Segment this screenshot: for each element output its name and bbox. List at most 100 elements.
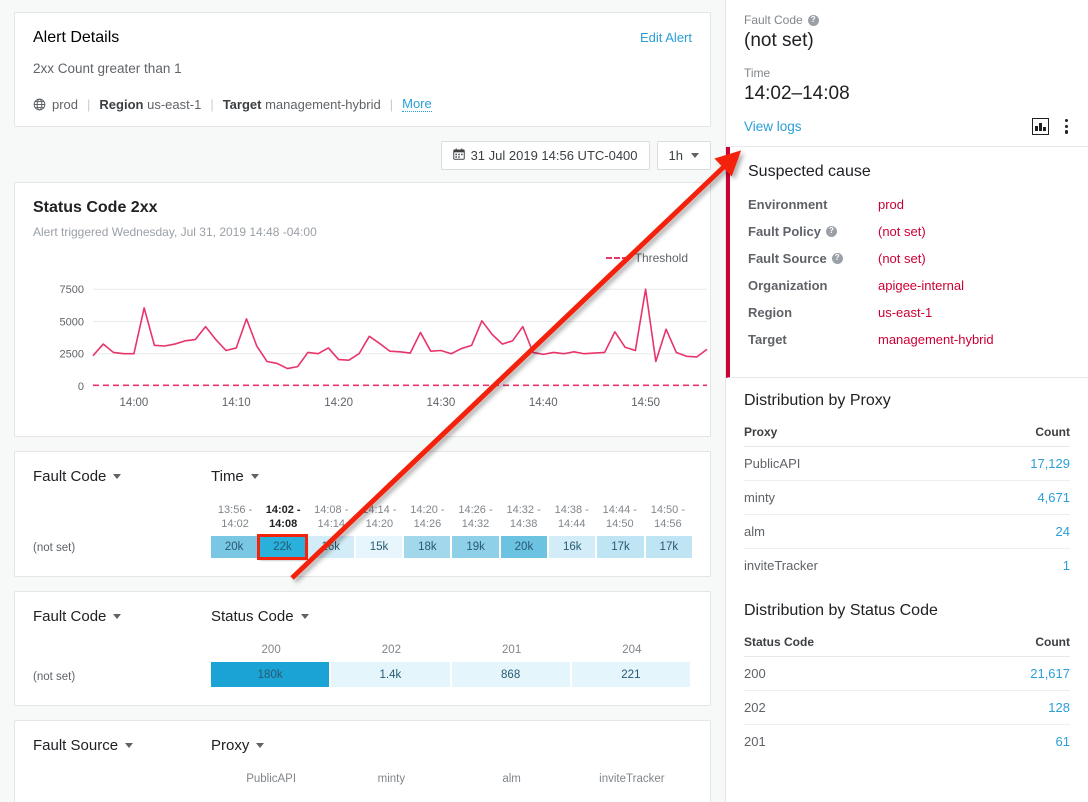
heatmap-cell[interactable]: 868 [452,662,570,687]
svg-text:14:50: 14:50 [631,397,660,409]
more-link[interactable]: More [402,96,432,112]
chevron-down-icon [113,474,121,479]
date-picker-button[interactable]: 31 Jul 2019 14:56 UTC-0400 [441,141,650,170]
heatmap-cell[interactable]: 15k [356,536,402,558]
row-name: inviteTracker [744,548,956,582]
svg-text:0: 0 [78,381,84,393]
help-icon[interactable]: ? [826,226,837,237]
heatmap-cell[interactable]: 19k [452,536,498,558]
time-range-select[interactable]: 1h [657,141,711,170]
suspected-cause-rows: EnvironmentprodFault Policy?(not set)Fau… [748,197,1070,347]
row-count[interactable]: 21,617 [952,656,1070,690]
col-dimension-select[interactable]: Status Code [211,608,309,625]
row-count[interactable]: 128 [952,690,1070,724]
row-count[interactable]: 1 [956,548,1070,582]
bar-chart-icon[interactable] [1032,118,1049,135]
heatmap-cell[interactable]: 22k [259,536,305,558]
heatmap-cell[interactable]: 20k [211,536,257,558]
row-dimension-select[interactable]: Fault Code [33,608,211,625]
dist-proxy-title: Distribution by Proxy [744,392,1070,410]
row-count[interactable]: 61 [952,724,1070,758]
heatmap-cells: 180k1.4k868221 [211,662,692,687]
heatmap-body: PublicAPImintyalminviteTracker [33,772,692,786]
edit-alert-link[interactable]: Edit Alert [640,30,692,45]
distribution-by-proxy-card: Distribution by Proxy Proxy Count Public… [726,378,1088,588]
heatmap-column-headers: 200202201204 [211,643,692,657]
heatmap-row-label [33,772,211,786]
env-value: prod [52,97,78,112]
heatmap-cell[interactable]: 17k [597,536,643,558]
svg-text:7500: 7500 [60,284,84,296]
alert-details-card: Alert Details Edit Alert 2xx Count great… [14,12,711,127]
chart-subtitle: Alert triggered Wednesday, Jul 31, 2019 … [33,225,692,239]
col-dimension-select[interactable]: Time [211,468,259,485]
kebab-menu-icon[interactable] [1063,117,1070,136]
suspected-cause-value: us-east-1 [878,305,932,320]
row-dimension-select[interactable]: Fault Code [33,468,211,485]
table-header-row: Status Code Count [744,628,1070,657]
region-value: us-east-1 [147,97,201,112]
heatmap-cell[interactable]: 1.4k [331,662,449,687]
globe-icon [33,98,46,111]
dist-status-table: Status Code Count 20021,61720212820161 [744,628,1070,758]
suspected-cause-row: Environmentprod [748,197,1070,212]
svg-text:14:10: 14:10 [222,397,251,409]
main-content-column: Alert Details Edit Alert 2xx Count great… [0,0,725,802]
chevron-down-icon [125,743,133,748]
help-icon[interactable]: ? [808,15,819,26]
suspected-cause-key-text: Environment [748,197,827,212]
suspected-cause-value: (not set) [878,251,926,266]
suspected-cause-key-text: Fault Policy [748,224,821,239]
row-count[interactable]: 4,671 [956,480,1070,514]
heatmap-row-label: (not set) [33,503,211,558]
heatmap-col-header: 14:20 -14:26 [403,503,451,531]
heatmap-cell[interactable]: 17k [646,536,692,558]
heatmap-col-header: 202 [331,643,451,657]
suspected-cause-row: Organizationapigee-internal [748,278,1070,293]
alert-details-header: Alert Details Edit Alert [33,29,692,47]
table-header-row: Proxy Count [744,418,1070,447]
suspected-cause-key: Environment [748,197,878,212]
heatmap-cell[interactable]: 18k [404,536,450,558]
heatmap-col-header: 14:02 -14:08 [259,503,307,531]
suspected-cause-key: Organization [748,278,878,293]
heatmap-col-header: 14:26 -14:32 [451,503,499,531]
help-icon[interactable]: ? [832,253,843,264]
panel-actions: View logs [744,115,1070,136]
chevron-down-icon [113,614,121,619]
table-row: 20021,617 [744,656,1070,690]
suspected-cause-key-text: Organization [748,278,827,293]
suspected-cause-key-text: Fault Source [748,251,827,266]
heatmap-cell[interactable]: 180k [211,662,329,687]
fault-code-value: (not set) [744,30,1070,52]
suspected-cause-key: Target [748,332,878,347]
col-dimension-select[interactable]: Proxy [211,737,264,754]
row-count[interactable]: 17,129 [956,446,1070,480]
time-label: Time [744,66,1070,80]
heatmap-column-headers: PublicAPImintyalminviteTracker [211,772,692,786]
suspected-cause-value: (not set) [878,224,926,239]
heatmap-cell[interactable]: 16k [549,536,595,558]
heatmap-cell[interactable]: 221 [572,662,690,687]
row-count[interactable]: 24 [956,514,1070,548]
meta-separator-3: | [390,97,393,112]
row-name: PublicAPI [744,446,956,480]
heatmap-cell[interactable]: 20k [501,536,547,558]
heatmap-card-3: Fault SourceProxy PublicAPImintyalminvite… [14,720,711,802]
svg-text:14:40: 14:40 [529,397,558,409]
row-dimension-label: Fault Code [33,468,106,485]
svg-text:14:20: 14:20 [324,397,353,409]
suspected-cause-row: Fault Policy? (not set) [748,224,1070,239]
heatmap-section: Fault CodeTime(not set)13:56 -14:0214:02… [14,451,711,802]
suspected-cause-value: management-hybrid [878,332,994,347]
heatmap-cell[interactable]: 16k [308,536,354,558]
heatmap-card-1: Fault CodeTime(not set)13:56 -14:0214:02… [14,451,711,577]
row-dimension-select[interactable]: Fault Source [33,737,211,754]
suspected-cause-key: Region [748,305,878,320]
view-logs-link[interactable]: View logs [744,119,802,134]
alert-condition-text: 2xx Count greater than 1 [33,61,692,76]
svg-text:5000: 5000 [60,316,84,328]
table-row: minty4,671 [744,480,1070,514]
table-row: 20161 [744,724,1070,758]
suspected-cause-key: Fault Source? [748,251,878,266]
